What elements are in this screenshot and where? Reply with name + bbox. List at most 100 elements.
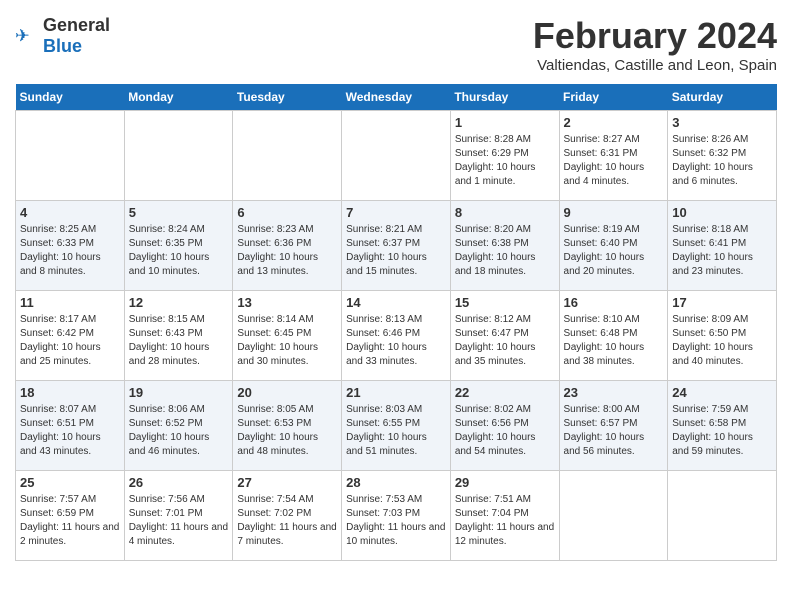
day-info: Sunrise: 7:59 AMSunset: 6:58 PMDaylight:… bbox=[672, 403, 772, 459]
day-number: 25 bbox=[20, 475, 120, 490]
location-title: Valtiendas, Castille and Leon, Spain bbox=[533, 57, 777, 74]
calendar-day-cell: 6Sunrise: 8:23 AMSunset: 6:36 PMDaylight… bbox=[233, 201, 342, 291]
day-info: Sunrise: 8:10 AMSunset: 6:48 PMDaylight:… bbox=[564, 313, 664, 369]
day-number: 8 bbox=[455, 205, 555, 220]
day-info: Sunrise: 8:09 AMSunset: 6:50 PMDaylight:… bbox=[672, 313, 772, 369]
calendar-week-row: 18 Sunrise: 8:07 AMSunset: 6:51 PMDayligh… bbox=[16, 381, 777, 471]
day-info: Sunrise: 8:06 AMSunset: 6:52 PMDaylight:… bbox=[129, 403, 229, 459]
day-info: Sunrise: 8:25 AMSunset: 6:33 PMDaylight:… bbox=[20, 223, 120, 279]
calendar-day-cell: 3Sunrise: 8:26 AMSunset: 6:32 PMDaylight… bbox=[668, 111, 777, 201]
day-info: Sunrise: 8:14 AMSunset: 6:45 PMDaylight:… bbox=[237, 313, 337, 369]
day-info: Sunrise: 8:00 AMSunset: 6:57 PMDaylight:… bbox=[564, 403, 664, 459]
day-number: 20 bbox=[237, 385, 337, 400]
day-info: Sunrise: 8:05 AMSunset: 6:53 PMDaylight:… bbox=[237, 403, 337, 459]
day-number: 24 bbox=[672, 385, 772, 400]
day-info: Sunrise: 8:24 AMSunset: 6:35 PMDaylight:… bbox=[129, 223, 229, 279]
day-number: 19 bbox=[129, 385, 229, 400]
day-number: 21 bbox=[346, 385, 446, 400]
calendar-day-cell: 25 Sunrise: 7:57 AMSunset: 6:59 PMDayligh… bbox=[16, 471, 125, 561]
day-number: 12 bbox=[129, 295, 229, 310]
calendar-day-cell: 18 Sunrise: 8:07 AMSunset: 6:51 PMDayligh… bbox=[16, 381, 125, 471]
day-info: Sunrise: 8:12 AMSunset: 6:47 PMDaylight:… bbox=[455, 313, 555, 369]
day-number: 23 bbox=[564, 385, 664, 400]
calendar-week-row: 4 Sunrise: 8:25 AMSunset: 6:33 PMDaylight… bbox=[16, 201, 777, 291]
svg-text:✈: ✈ bbox=[15, 26, 30, 46]
calendar-day-cell: 24 Sunrise: 7:59 AMSunset: 6:58 PMDayligh… bbox=[668, 381, 777, 471]
day-info: Sunrise: 7:54 AMSunset: 7:02 PMDaylight:… bbox=[237, 493, 337, 549]
calendar-day-cell: 16 Sunrise: 8:10 AMSunset: 6:48 PMDayligh… bbox=[559, 291, 668, 381]
calendar-day-cell: 20 Sunrise: 8:05 AMSunset: 6:53 PMDayligh… bbox=[233, 381, 342, 471]
calendar-day-cell bbox=[16, 111, 125, 201]
calendar-day-cell: 5 Sunrise: 8:24 AMSunset: 6:35 PMDaylight… bbox=[124, 201, 233, 291]
day-info: Sunrise: 8:18 AMSunset: 6:41 PMDaylight:… bbox=[672, 223, 772, 279]
day-info: Sunrise: 8:02 AMSunset: 6:56 PMDaylight:… bbox=[455, 403, 555, 459]
day-number: 6 bbox=[237, 205, 337, 220]
day-header-monday: Monday bbox=[124, 84, 233, 111]
day-info: Sunrise: 8:03 AMSunset: 6:55 PMDaylight:… bbox=[346, 403, 446, 459]
logo-general-text: General bbox=[43, 15, 110, 35]
calendar-day-cell: 7Sunrise: 8:21 AMSunset: 6:37 PMDaylight… bbox=[342, 201, 451, 291]
day-number: 10 bbox=[672, 205, 772, 220]
calendar-day-cell bbox=[233, 111, 342, 201]
day-number: 9 bbox=[564, 205, 664, 220]
day-number: 22 bbox=[455, 385, 555, 400]
calendar-table: SundayMondayTuesdayWednesdayThursdayFrid… bbox=[15, 84, 777, 561]
day-info: Sunrise: 8:27 AMSunset: 6:31 PMDaylight:… bbox=[564, 133, 664, 189]
day-header-friday: Friday bbox=[559, 84, 668, 111]
calendar-day-cell: 19 Sunrise: 8:06 AMSunset: 6:52 PMDayligh… bbox=[124, 381, 233, 471]
logo-icon: ✈ bbox=[15, 24, 39, 48]
calendar-header-row: SundayMondayTuesdayWednesdayThursdayFrid… bbox=[16, 84, 777, 111]
calendar-week-row: 11Sunrise: 8:17 AMSunset: 6:42 PMDayligh… bbox=[16, 291, 777, 381]
calendar-day-cell: 28 Sunrise: 7:53 AMSunset: 7:03 PMDayligh… bbox=[342, 471, 451, 561]
calendar-day-cell: 12 Sunrise: 8:15 AMSunset: 6:43 PMDayligh… bbox=[124, 291, 233, 381]
day-number: 15 bbox=[455, 295, 555, 310]
day-header-sunday: Sunday bbox=[16, 84, 125, 111]
calendar-day-cell: 15 Sunrise: 8:12 AMSunset: 6:47 PMDayligh… bbox=[450, 291, 559, 381]
calendar-day-cell bbox=[668, 471, 777, 561]
calendar-day-cell: 23 Sunrise: 8:00 AMSunset: 6:57 PMDayligh… bbox=[559, 381, 668, 471]
day-number: 28 bbox=[346, 475, 446, 490]
day-info: Sunrise: 8:07 AMSunset: 6:51 PMDaylight:… bbox=[20, 403, 120, 459]
month-title: February 2024 bbox=[533, 15, 777, 57]
day-info: Sunrise: 7:57 AMSunset: 6:59 PMDaylight:… bbox=[20, 493, 120, 549]
day-header-tuesday: Tuesday bbox=[233, 84, 342, 111]
day-header-saturday: Saturday bbox=[668, 84, 777, 111]
day-number: 17 bbox=[672, 295, 772, 310]
calendar-day-cell: 27 Sunrise: 7:54 AMSunset: 7:02 PMDayligh… bbox=[233, 471, 342, 561]
calendar-day-cell bbox=[124, 111, 233, 201]
day-info: Sunrise: 7:56 AMSunset: 7:01 PMDaylight:… bbox=[129, 493, 229, 549]
day-number: 16 bbox=[564, 295, 664, 310]
calendar-day-cell: 11Sunrise: 8:17 AMSunset: 6:42 PMDayligh… bbox=[16, 291, 125, 381]
page-header: ✈ General Blue February 2024 Valtiendas,… bbox=[15, 15, 777, 74]
calendar-day-cell: 4 Sunrise: 8:25 AMSunset: 6:33 PMDaylight… bbox=[16, 201, 125, 291]
calendar-day-cell: 9Sunrise: 8:19 AMSunset: 6:40 PMDaylight… bbox=[559, 201, 668, 291]
day-header-thursday: Thursday bbox=[450, 84, 559, 111]
calendar-day-cell: 17 Sunrise: 8:09 AMSunset: 6:50 PMDayligh… bbox=[668, 291, 777, 381]
calendar-day-cell: 8Sunrise: 8:20 AMSunset: 6:38 PMDaylight… bbox=[450, 201, 559, 291]
day-info: Sunrise: 8:15 AMSunset: 6:43 PMDaylight:… bbox=[129, 313, 229, 369]
calendar-day-cell: 21 Sunrise: 8:03 AMSunset: 6:55 PMDayligh… bbox=[342, 381, 451, 471]
day-number: 26 bbox=[129, 475, 229, 490]
calendar-week-row: 25 Sunrise: 7:57 AMSunset: 6:59 PMDayligh… bbox=[16, 471, 777, 561]
calendar-day-cell: 29 Sunrise: 7:51 AMSunset: 7:04 PMDayligh… bbox=[450, 471, 559, 561]
calendar-day-cell: 10 Sunrise: 8:18 AMSunset: 6:41 PMDayligh… bbox=[668, 201, 777, 291]
day-number: 27 bbox=[237, 475, 337, 490]
day-number: 4 bbox=[20, 205, 120, 220]
calendar-day-cell: 26 Sunrise: 7:56 AMSunset: 7:01 PMDayligh… bbox=[124, 471, 233, 561]
day-number: 2 bbox=[564, 115, 664, 130]
day-info: Sunrise: 8:26 AMSunset: 6:32 PMDaylight:… bbox=[672, 133, 772, 189]
day-number: 5 bbox=[129, 205, 229, 220]
day-info: Sunrise: 7:51 AMSunset: 7:04 PMDaylight:… bbox=[455, 493, 555, 549]
day-number: 7 bbox=[346, 205, 446, 220]
logo: ✈ General Blue bbox=[15, 15, 110, 57]
day-info: Sunrise: 8:28 AMSunset: 6:29 PMDaylight:… bbox=[455, 133, 555, 189]
day-number: 1 bbox=[455, 115, 555, 130]
day-number: 13 bbox=[237, 295, 337, 310]
calendar-day-cell: 13 Sunrise: 8:14 AMSunset: 6:45 PMDayligh… bbox=[233, 291, 342, 381]
calendar-day-cell bbox=[559, 471, 668, 561]
calendar-day-cell: 1 Sunrise: 8:28 AMSunset: 6:29 PMDaylight… bbox=[450, 111, 559, 201]
calendar-day-cell: 2 Sunrise: 8:27 AMSunset: 6:31 PMDaylight… bbox=[559, 111, 668, 201]
day-info: Sunrise: 7:53 AMSunset: 7:03 PMDaylight:… bbox=[346, 493, 446, 549]
day-number: 18 bbox=[20, 385, 120, 400]
day-number: 29 bbox=[455, 475, 555, 490]
